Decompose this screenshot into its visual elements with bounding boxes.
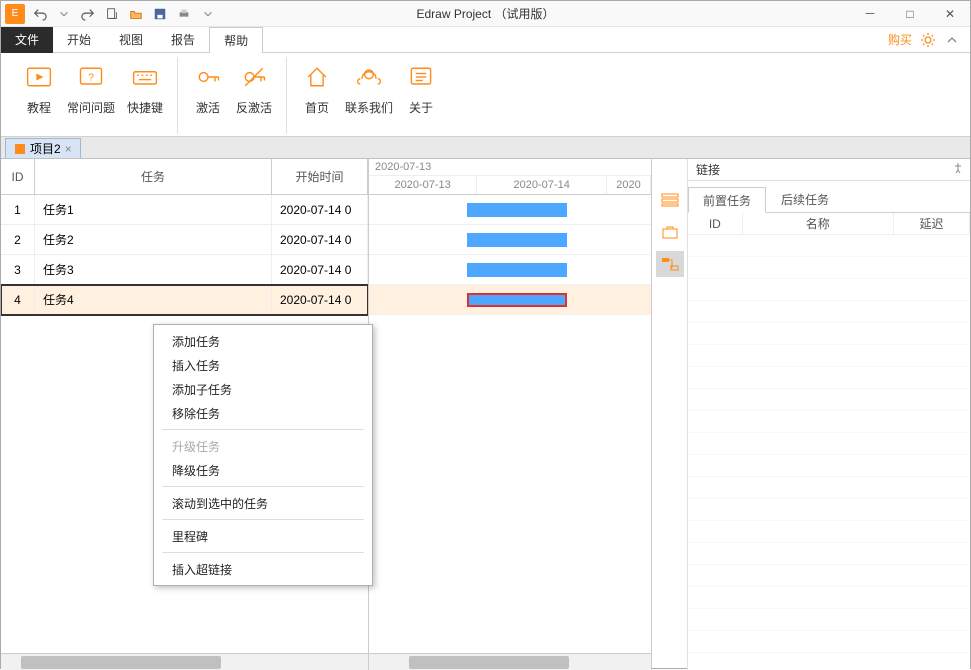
- quick-access-toolbar: [29, 3, 219, 25]
- ctx-scroll-to-task[interactable]: 滚动到选中的任务: [154, 491, 372, 515]
- table-row[interactable]: 2 任务2 2020-07-14 0: [1, 225, 368, 255]
- menu-view[interactable]: 视图: [105, 27, 157, 53]
- col-name[interactable]: 任务: [35, 159, 272, 194]
- ribbon-group-help: 教程 ?常问问题 快捷键: [9, 57, 178, 134]
- gantt-row[interactable]: [369, 285, 651, 315]
- link-col-id[interactable]: ID: [688, 213, 743, 234]
- link-col-name[interactable]: 名称: [743, 213, 894, 234]
- menu-file[interactable]: 文件: [1, 27, 53, 53]
- document-tabs: 项目2 ×: [1, 137, 970, 159]
- print-dropdown[interactable]: [197, 3, 219, 25]
- table-row[interactable]: 3 任务3 2020-07-14 0: [1, 255, 368, 285]
- buy-link[interactable]: 购买: [888, 31, 912, 48]
- gantt-col: 2020: [607, 176, 651, 194]
- doc-tab-label: 项目2: [30, 140, 61, 157]
- print-button[interactable]: [173, 3, 195, 25]
- gantt-scale-label: 2020-07-13: [369, 159, 651, 176]
- svg-text:?: ?: [88, 72, 94, 84]
- view-list-icon[interactable]: [656, 187, 684, 213]
- pin-icon[interactable]: [952, 162, 964, 174]
- gantt-col: 2020-07-13: [369, 176, 477, 194]
- link-col-delay[interactable]: 延迟: [894, 213, 970, 234]
- menu-tabs: 文件 开始 视图 报告 帮助 购买: [1, 27, 970, 53]
- gantt-row[interactable]: [369, 225, 651, 255]
- gantt-row[interactable]: [369, 195, 651, 225]
- ctx-insert-task[interactable]: 插入任务: [154, 353, 372, 377]
- gantt-body[interactable]: [369, 195, 651, 653]
- ctx-separator: [162, 552, 364, 553]
- context-menu: 添加任务 插入任务 添加子任务 移除任务 升级任务 降级任务 滚动到选中的任务 …: [153, 324, 373, 586]
- minimize-button[interactable]: －: [850, 1, 890, 27]
- col-id[interactable]: ID: [1, 159, 35, 194]
- gantt-col: 2020-07-14: [477, 176, 607, 194]
- main-area: ID 任务 开始时间 1 任务1 2020-07-14 0 2 任务2 2020…: [1, 159, 970, 670]
- contact-button[interactable]: 联系我们: [339, 57, 399, 134]
- tutorial-button[interactable]: 教程: [17, 57, 61, 134]
- qat-dropdown[interactable]: [53, 3, 75, 25]
- ctx-promote-task: 升级任务: [154, 434, 372, 458]
- doc-icon: [14, 143, 26, 155]
- ctx-add-subtask[interactable]: 添加子任务: [154, 377, 372, 401]
- view-resource-icon[interactable]: [656, 219, 684, 245]
- ctx-demote-task[interactable]: 降级任务: [154, 458, 372, 482]
- menu-help[interactable]: 帮助: [209, 27, 263, 53]
- close-icon[interactable]: ×: [65, 142, 72, 156]
- gear-icon[interactable]: [920, 32, 936, 48]
- col-start[interactable]: 开始时间: [272, 159, 368, 194]
- table-row[interactable]: 1 任务1 2020-07-14 0: [1, 195, 368, 225]
- menu-start[interactable]: 开始: [53, 27, 105, 53]
- ctx-insert-hyperlink[interactable]: 插入超链接: [154, 557, 372, 581]
- maximize-button[interactable]: □: [890, 1, 930, 27]
- task-table-header: ID 任务 开始时间: [1, 159, 368, 195]
- deactivate-button[interactable]: 反激活: [230, 57, 278, 134]
- close-button[interactable]: ✕: [930, 1, 970, 27]
- shortcut-button[interactable]: 快捷键: [121, 57, 169, 134]
- gantt-row[interactable]: [369, 255, 651, 285]
- ctx-add-task[interactable]: 添加任务: [154, 329, 372, 353]
- menu-report[interactable]: 报告: [157, 27, 209, 53]
- document-tab[interactable]: 项目2 ×: [5, 138, 81, 158]
- redo-button[interactable]: [77, 3, 99, 25]
- activate-button[interactable]: 激活: [186, 57, 230, 134]
- right-panel-title: 链接: [696, 161, 720, 178]
- open-button[interactable]: [125, 3, 147, 25]
- tab-successor[interactable]: 后续任务: [766, 187, 844, 212]
- app-icon: E: [5, 4, 25, 24]
- hscrollbar[interactable]: [1, 653, 368, 670]
- ribbon-group-license: 激活 反激活: [178, 57, 287, 134]
- about-button[interactable]: 关于: [399, 57, 443, 134]
- gantt-header: 2020-07-13 2020-07-13 2020-07-14 2020: [369, 159, 651, 195]
- right-panel-header: 链接: [688, 159, 970, 181]
- ctx-separator: [162, 429, 364, 430]
- view-link-icon[interactable]: [656, 251, 684, 277]
- expand-icon[interactable]: [944, 32, 960, 48]
- window-title: Edraw Project （试用版）: [416, 5, 554, 22]
- table-row[interactable]: 4 任务4 2020-07-14 0: [1, 285, 368, 315]
- save-button[interactable]: [149, 3, 171, 25]
- ribbon: 教程 ?常问问题 快捷键 激活 反激活 首页 联系我们 关于: [1, 53, 970, 137]
- new-button[interactable]: [101, 3, 123, 25]
- tab-predecessor[interactable]: 前置任务: [688, 187, 766, 213]
- link-table-header: ID 名称 延迟: [688, 213, 970, 235]
- ctx-separator: [162, 486, 364, 487]
- hscrollbar[interactable]: [369, 653, 651, 670]
- faq-button[interactable]: ?常问问题: [61, 57, 121, 134]
- ctx-milestone[interactable]: 里程碑: [154, 524, 372, 548]
- ctx-separator: [162, 519, 364, 520]
- ribbon-group-about: 首页 联系我们 关于: [287, 57, 451, 134]
- view-switcher: [652, 159, 688, 670]
- right-panel: 链接 前置任务 后续任务 ID 名称 延迟: [688, 159, 970, 670]
- undo-button[interactable]: [29, 3, 51, 25]
- link-table-body[interactable]: [688, 235, 970, 670]
- gantt-pane: 2020-07-13 2020-07-13 2020-07-14 2020: [369, 159, 652, 670]
- home-button[interactable]: 首页: [295, 57, 339, 134]
- link-tabs: 前置任务 后续任务: [688, 187, 970, 213]
- ctx-remove-task[interactable]: 移除任务: [154, 401, 372, 425]
- title-bar: E Edraw Project （试用版） － □ ✕: [1, 1, 970, 27]
